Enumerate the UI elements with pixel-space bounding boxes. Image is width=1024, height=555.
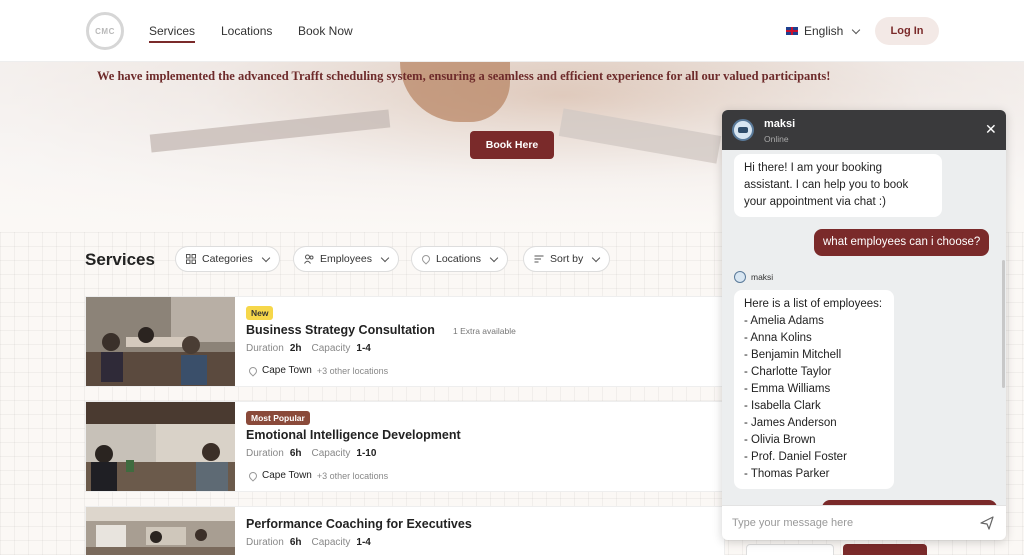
user-message: what employees can i choose? bbox=[814, 229, 990, 256]
grid-icon bbox=[186, 254, 196, 264]
chevron-down-icon bbox=[489, 253, 499, 262]
service-image bbox=[86, 402, 235, 491]
hero-image-decor bbox=[149, 109, 391, 153]
services-title: Services bbox=[85, 250, 155, 269]
nav-book-now[interactable]: Book Now bbox=[298, 24, 353, 38]
badge-new: New bbox=[246, 306, 274, 320]
location-pin-icon bbox=[247, 469, 259, 482]
filter-sort-by[interactable]: Sort by bbox=[523, 246, 611, 272]
close-icon[interactable]: ✕ bbox=[985, 122, 997, 136]
service-meta: Duration 6h Capacity 1-10 bbox=[246, 448, 377, 459]
hero-image-decor bbox=[558, 108, 722, 164]
service-name[interactable]: Emotional Intelligence Development bbox=[246, 428, 461, 442]
badge-most-popular: Most Popular bbox=[246, 411, 310, 425]
chevron-down-icon bbox=[261, 253, 271, 262]
language-selector[interactable]: English bbox=[786, 24, 861, 38]
service-location: Cape Town +3 other locations bbox=[247, 364, 388, 377]
chevron-down-icon bbox=[592, 253, 601, 262]
secondary-button[interactable] bbox=[746, 544, 834, 555]
company-logo[interactable]: CMC bbox=[86, 12, 124, 50]
location-pin-icon bbox=[247, 364, 259, 377]
chevron-down-icon bbox=[852, 25, 861, 34]
service-card[interactable]: Performance Coaching for Executives Dura… bbox=[85, 506, 725, 555]
chat-input-bar bbox=[722, 505, 1006, 540]
filter-categories[interactable]: Categories bbox=[175, 246, 280, 272]
filter-locations[interactable]: Locations bbox=[411, 246, 508, 272]
login-button[interactable]: Log In bbox=[875, 17, 939, 45]
message-sender: maksi bbox=[751, 272, 774, 282]
chevron-down-icon bbox=[380, 253, 390, 262]
chat-widget: maksi Online ✕ Hi there! I am your booki… bbox=[722, 110, 1006, 540]
filter-employees[interactable]: Employees bbox=[293, 246, 399, 272]
service-image bbox=[86, 297, 235, 386]
users-icon bbox=[304, 254, 314, 264]
top-navigation: CMC Services Locations Book Now English … bbox=[0, 0, 1024, 62]
bot-name: maksi bbox=[764, 118, 796, 130]
service-meta: Duration 2h Capacity 1-4 bbox=[246, 343, 371, 354]
filter-label: Sort by bbox=[550, 253, 584, 265]
bot-message: Hi there! I am your booking assistant. I… bbox=[734, 154, 942, 217]
service-location: Cape Town +3 other locations bbox=[247, 469, 388, 482]
sort-icon bbox=[534, 255, 544, 263]
nav-locations[interactable]: Locations bbox=[221, 24, 272, 38]
filter-label: Locations bbox=[436, 253, 481, 265]
language-label: English bbox=[804, 24, 844, 38]
service-name[interactable]: Performance Coaching for Executives bbox=[246, 517, 472, 531]
extra-available: 1 Extra available bbox=[453, 326, 516, 336]
bot-avatar-icon bbox=[732, 119, 754, 141]
filter-label: Categories bbox=[202, 253, 253, 265]
nav-services[interactable]: Services bbox=[149, 24, 196, 43]
uk-flag-icon bbox=[786, 27, 798, 35]
service-card[interactable]: Most Popular Emotional Intelligence Deve… bbox=[85, 401, 725, 492]
service-name[interactable]: Business Strategy Consultation bbox=[246, 323, 435, 337]
bot-status: Online bbox=[764, 134, 789, 144]
service-card[interactable]: New Business Strategy Consultation 1 Ext… bbox=[85, 296, 725, 387]
hero-announcement: We have implemented the advanced Trafft … bbox=[97, 69, 831, 83]
location-pin-icon bbox=[420, 253, 432, 265]
send-icon[interactable] bbox=[980, 516, 994, 530]
filter-label: Employees bbox=[320, 253, 372, 265]
primary-button[interactable] bbox=[843, 544, 927, 555]
bot-message: Here is a list of employees: - Amelia Ad… bbox=[734, 290, 894, 489]
service-image bbox=[86, 507, 235, 555]
service-meta: Duration 6h Capacity 1-4 bbox=[246, 537, 371, 548]
book-here-button[interactable]: Book Here bbox=[470, 131, 554, 159]
bot-avatar-icon bbox=[734, 271, 746, 283]
chat-message-input[interactable] bbox=[732, 514, 962, 532]
chat-header: maksi Online ✕ bbox=[722, 110, 1006, 150]
chat-scrollbar[interactable] bbox=[1002, 260, 1005, 388]
